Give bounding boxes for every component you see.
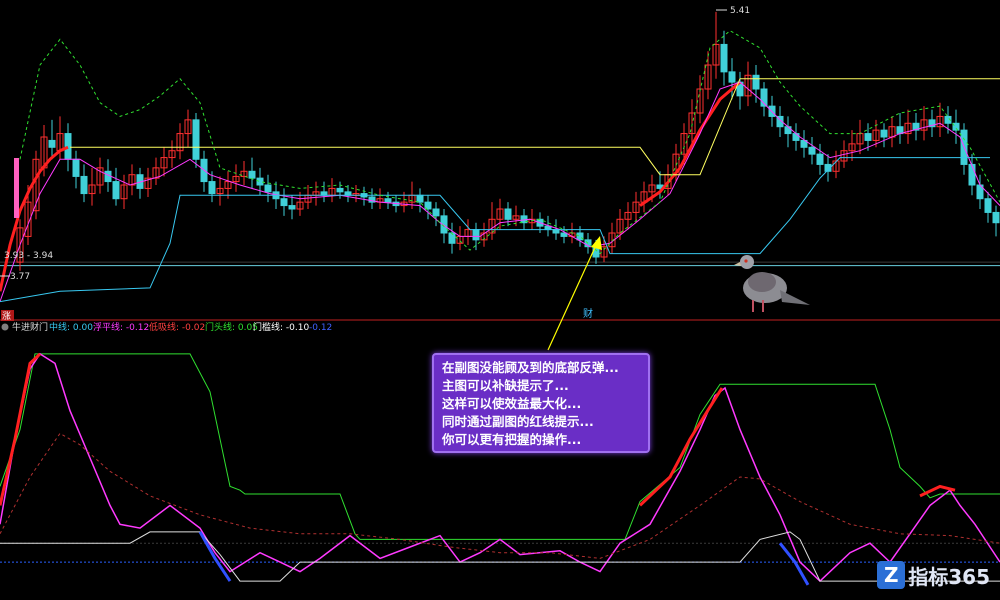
candle-body bbox=[952, 122, 960, 131]
watermark-logo: Z 指标365 bbox=[877, 560, 990, 590]
candle-body bbox=[752, 74, 760, 90]
indicator-title: 牛进财门 bbox=[12, 321, 48, 333]
candle-body bbox=[336, 187, 344, 193]
candle-body bbox=[64, 133, 72, 160]
pigeon-icon bbox=[734, 255, 810, 312]
candle-body bbox=[880, 129, 888, 138]
candle-body bbox=[112, 181, 120, 200]
candle-body bbox=[472, 229, 480, 241]
candle-body bbox=[504, 208, 512, 220]
main-series-line bbox=[19, 30, 1000, 255]
candle-body bbox=[256, 177, 264, 186]
range-price-label: 3.93 - 3.94 bbox=[4, 251, 53, 261]
indicator-legend-item: 门头线: 0.05 bbox=[205, 321, 258, 333]
indicator-legend-item: 门槛线: -0.10 bbox=[253, 321, 309, 333]
candle-body bbox=[864, 133, 872, 141]
callout-line: 你可以更有把握的操作... bbox=[442, 432, 582, 447]
stock-chart: 5.413.93 - 3.943.77涨财 牛进财门 中线: 0.00 浮平线: -… bbox=[0, 6, 1000, 586]
z-logo-icon: Z bbox=[877, 561, 906, 589]
indicator-legend-item: -0.12 bbox=[309, 323, 332, 333]
annotation-callout: 在副图没能顾及到的底部反弹... 主图可以补缺提示了... 这样可以使效益最大化… bbox=[432, 353, 650, 453]
candle-body bbox=[720, 43, 728, 73]
indicator-legend-item: 中线: 0.00 bbox=[49, 321, 93, 333]
candle-body bbox=[728, 71, 736, 83]
candle-body bbox=[320, 191, 328, 196]
candle-body bbox=[384, 198, 392, 203]
indicator-series-line bbox=[638, 387, 724, 507]
candle-body bbox=[416, 194, 424, 203]
callout-line: 主图可以补缺提示了... bbox=[442, 378, 569, 393]
candle-body bbox=[288, 205, 296, 210]
candle-body bbox=[448, 232, 456, 244]
cai-marker: 财 bbox=[583, 307, 593, 320]
low-price-label: 3.77 bbox=[10, 272, 30, 282]
collapse-icon bbox=[1, 323, 9, 331]
candle-body bbox=[808, 146, 816, 155]
candle-body bbox=[192, 119, 200, 160]
candle-body bbox=[984, 198, 992, 213]
candle-body bbox=[208, 181, 216, 195]
candle-body bbox=[968, 163, 976, 186]
candle-body bbox=[48, 139, 56, 148]
candle-body bbox=[896, 126, 904, 135]
candle-body bbox=[792, 133, 800, 141]
candle-body bbox=[248, 170, 256, 179]
candle-body bbox=[816, 153, 824, 165]
main-series-line bbox=[0, 145, 69, 292]
indicator-series-line bbox=[198, 531, 232, 582]
candle-body bbox=[264, 184, 272, 193]
candle-body bbox=[432, 208, 440, 217]
main-series-line bbox=[0, 81, 1000, 302]
candle-body bbox=[992, 211, 1000, 224]
candle-body bbox=[72, 158, 80, 177]
candle-body bbox=[784, 126, 792, 135]
candle-body bbox=[80, 175, 88, 195]
callout-line: 同时通过副图的红线提示... bbox=[442, 414, 594, 429]
callout-line: 在副图没能顾及到的底部反弹... bbox=[442, 360, 619, 375]
watermark-text: 指标365 bbox=[908, 564, 990, 589]
indicator-legend-item: 浮平线: -0.12 bbox=[93, 321, 149, 333]
indicator-legend-item: 低吸线: -0.02 bbox=[149, 321, 205, 333]
main-price-panel: 5.413.93 - 3.943.77涨财 bbox=[0, 6, 1000, 322]
signal-bar bbox=[14, 158, 19, 218]
callout-line: 这样可以使效益最大化... bbox=[442, 396, 582, 411]
candle-body bbox=[344, 191, 352, 196]
candle-body bbox=[280, 198, 288, 207]
high-price-label: 5.41 bbox=[730, 6, 750, 16]
